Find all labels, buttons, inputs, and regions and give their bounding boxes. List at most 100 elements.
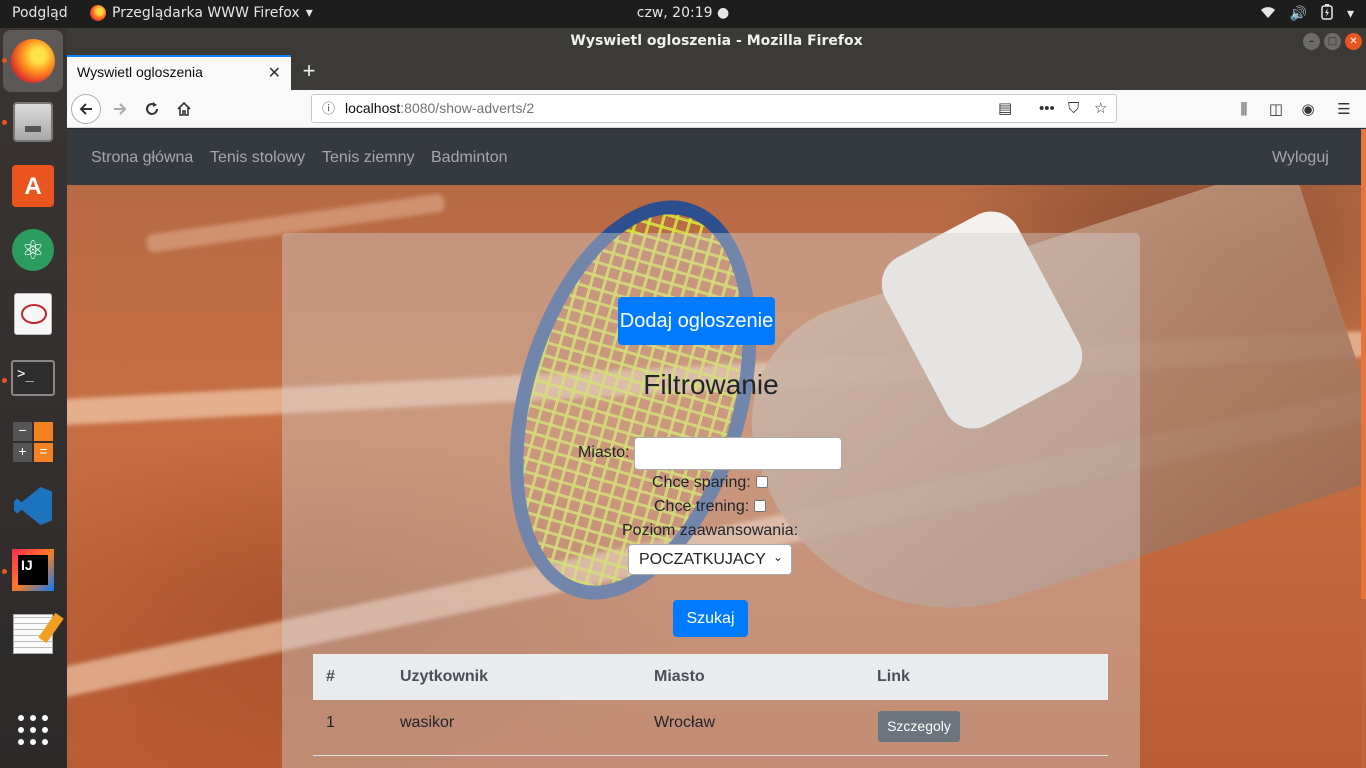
level-select-value: POCZATKUJACY <box>639 551 766 568</box>
system-tray[interactable]: 🔊 ▾ <box>1260 4 1354 24</box>
software-center-launcher[interactable]: A <box>9 162 57 210</box>
volume-icon: 🔊 <box>1289 6 1307 22</box>
document-viewer-icon <box>14 293 52 335</box>
arrow-right-icon <box>114 103 127 115</box>
intellij-launcher[interactable]: IJ <box>9 546 57 594</box>
calculator-launcher[interactable]: − + = <box>9 418 57 466</box>
running-indicator <box>2 378 7 383</box>
running-indicator <box>2 120 7 125</box>
firefox-icon <box>11 39 55 83</box>
details-button[interactable]: Szczegoly <box>878 711 960 742</box>
search-button[interactable]: Szukaj <box>673 600 748 637</box>
sidebar-icon: ◫ <box>1268 101 1284 118</box>
table-header: # Uzytkownik Miasto Link <box>313 654 1108 700</box>
column-header: Link <box>877 668 910 685</box>
battery-icon <box>1321 4 1333 24</box>
file-cabinet-icon <box>13 102 53 142</box>
launcher-dock: A ⚛ >_ − + = IJ <box>0 28 67 768</box>
evince-launcher[interactable] <box>9 290 57 338</box>
page-viewport: Strona główna Tenis stolowy Tenis ziemny… <box>67 129 1366 768</box>
row-number: 1 <box>326 714 335 731</box>
sparring-checkbox[interactable] <box>756 476 768 488</box>
close-tab-icon[interactable]: ✕ <box>268 63 281 83</box>
atom-launcher[interactable]: ⚛ <box>9 226 57 274</box>
filter-heading: Filtrowanie <box>643 369 779 400</box>
row-city: Wrocław <box>654 714 716 731</box>
sidebar-button[interactable]: ◫ <box>1261 94 1291 124</box>
reload-button[interactable] <box>137 94 167 124</box>
nav-link-table-tennis[interactable]: Tenis stolowy <box>210 149 305 167</box>
city-input[interactable] <box>634 437 842 470</box>
row-user: wasikor <box>400 714 455 731</box>
shopping-bag-icon: A <box>12 165 54 207</box>
url-text: localhost:8080/show-adverts/2 <box>345 100 535 116</box>
text-editor-icon <box>13 612 64 654</box>
library-icon: ⫼ <box>1240 100 1248 118</box>
window-titlebar[interactable]: Wyswietl ogloszenia - Mozilla Firefox – … <box>67 28 1366 55</box>
atom-icon: ⚛ <box>12 229 54 271</box>
terminal-launcher[interactable]: >_ <box>9 354 57 402</box>
sparring-label: Chce sparing: <box>652 474 751 491</box>
nav-link-badminton[interactable]: Badminton <box>431 149 508 167</box>
running-indicator <box>2 569 7 574</box>
reload-icon <box>146 102 158 115</box>
account-button[interactable]: ◉ <box>1293 94 1323 124</box>
training-label: Chce trening: <box>654 498 750 515</box>
files-launcher[interactable] <box>9 98 57 146</box>
browser-toolbar: ⓘ localhost:8080/show-adverts/2 ▤ ••• ⛉ … <box>67 90 1366 128</box>
page-scrollbar[interactable] <box>1361 129 1366 599</box>
tab-title: Wyswietl ogloszenia <box>77 64 203 80</box>
vscode-icon <box>14 487 52 525</box>
running-indicator <box>2 58 7 63</box>
calculator-icon: − + = <box>13 422 53 462</box>
more-actions-icon[interactable]: ••• <box>1039 95 1055 122</box>
home-button[interactable] <box>169 94 199 124</box>
add-advert-button[interactable]: Dodaj ogloszenie <box>618 297 775 345</box>
back-button[interactable] <box>71 94 101 124</box>
url-bar[interactable]: ⓘ localhost:8080/show-adverts/2 ▤ ••• ⛉ … <box>311 94 1117 123</box>
account-icon: ◉ <box>1301 101 1315 118</box>
new-tab-button[interactable]: + <box>297 58 321 84</box>
pocket-icon[interactable]: ⛉ <box>1068 95 1079 122</box>
city-label: Miasto: <box>578 444 630 461</box>
bookmark-star-icon[interactable]: ☆ <box>1094 95 1107 122</box>
column-header: Uzytkownik <box>400 668 489 685</box>
tab-active[interactable]: Wyswietl ogloszenia ✕ <box>67 55 291 90</box>
show-applications-button[interactable] <box>9 706 57 754</box>
column-header: Miasto <box>654 668 705 685</box>
hamburger-icon: ☰ <box>1337 101 1351 118</box>
info-icon[interactable]: ⓘ <box>322 95 335 122</box>
minimize-button[interactable]: – <box>1303 33 1320 50</box>
column-header: # <box>326 668 335 685</box>
arrow-left-icon <box>79 103 92 115</box>
forward-button[interactable] <box>105 94 135 124</box>
close-window-button[interactable]: ✕ <box>1345 33 1362 50</box>
vscode-launcher[interactable] <box>9 482 57 530</box>
menu-button[interactable]: ☰ <box>1329 94 1359 124</box>
maximize-button[interactable]: □ <box>1324 33 1341 50</box>
content-panel: Dodaj ogloszenie Filtrowanie Miasto: Chc… <box>282 233 1140 768</box>
site-navbar: Strona główna Tenis stolowy Tenis ziemny… <box>67 129 1361 185</box>
nav-link-tennis[interactable]: Tenis ziemny <box>322 149 414 167</box>
text-editor-launcher[interactable] <box>9 610 64 658</box>
wifi-icon <box>1260 5 1276 23</box>
library-button[interactable]: ⫼ <box>1229 94 1259 124</box>
tab-strip: Wyswietl ogloszenia ✕ + <box>67 55 1366 90</box>
app-grid-icon <box>18 715 48 745</box>
system-top-bar: Podgląd Przeglądarka WWW Firefox ▾ czw, … <box>0 0 1366 28</box>
level-label: Poziom zaawansowania: <box>622 522 799 539</box>
firefox-launcher[interactable] <box>3 30 63 92</box>
level-select[interactable]: POCZATKUJACY ⌄ <box>628 544 792 575</box>
clock[interactable]: czw, 20:19 ● <box>0 5 1366 21</box>
nav-link-home[interactable]: Strona główna <box>91 149 193 167</box>
intellij-icon: IJ <box>12 549 54 591</box>
terminal-icon: >_ <box>11 360 55 396</box>
table-row: 1 wasikor Wrocław Szczegoly <box>313 700 1108 756</box>
window-title: Wyswietl ogloszenia - Mozilla Firefox <box>570 33 863 49</box>
home-icon <box>177 101 191 116</box>
chevron-down-icon: ⌄ <box>772 550 783 564</box>
logout-link[interactable]: Wyloguj <box>1272 149 1329 167</box>
chevron-down-icon: ▾ <box>1346 6 1354 22</box>
training-checkbox[interactable] <box>754 500 766 512</box>
reader-view-icon[interactable]: ▤ <box>998 95 1012 122</box>
